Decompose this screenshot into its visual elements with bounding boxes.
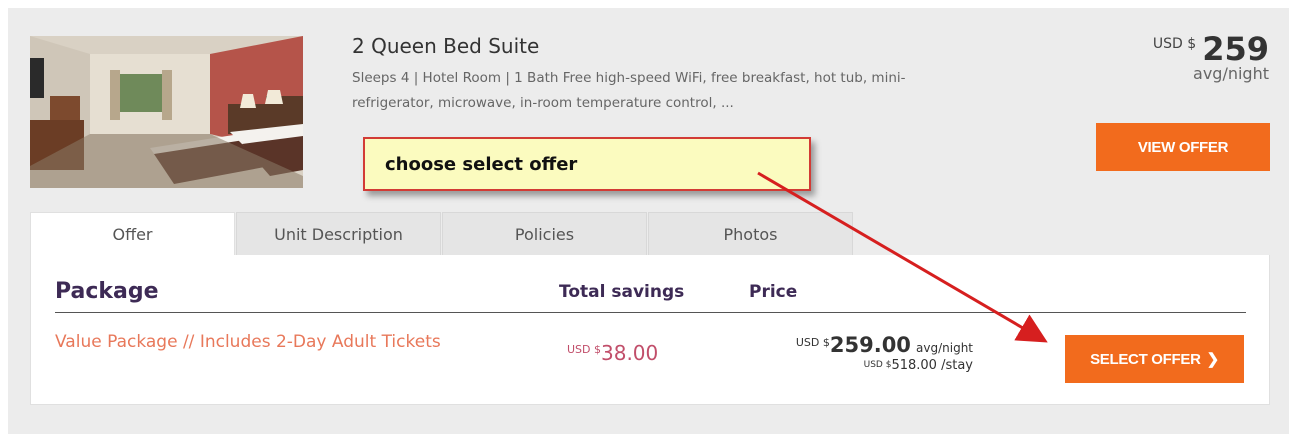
tab-photos[interactable]: Photos	[648, 212, 853, 256]
tab-unit-description[interactable]: Unit Description	[236, 212, 441, 256]
header-divider	[55, 312, 1246, 313]
tab-policies[interactable]: Policies	[442, 212, 647, 256]
room-tabs: Offer Unit Description Policies Photos	[30, 212, 854, 256]
select-offer-button[interactable]: SELECT OFFER ❯	[1065, 335, 1244, 383]
room-photo-illustration	[30, 36, 303, 188]
room-photo[interactable]	[30, 36, 303, 188]
savings-amount: 38.00	[601, 341, 659, 365]
price-amount: 259.00	[829, 333, 911, 357]
price-header: Price	[749, 282, 798, 302]
room-title: 2 Queen Bed Suite	[352, 34, 540, 58]
stay-price: USD $518.00 /stay	[773, 358, 973, 373]
header-price-amount: 259	[1202, 30, 1269, 68]
stay-per: /stay	[941, 358, 973, 373]
header-price: USD $259 avg/night	[1153, 30, 1269, 83]
package-name-link[interactable]: Value Package // Includes 2-Day Adult Ti…	[55, 332, 441, 352]
price-per: avg/night	[916, 341, 973, 355]
annotation-text: choose select offer	[385, 153, 578, 175]
price-currency: USD $	[795, 336, 830, 349]
savings-header: Total savings	[559, 282, 685, 302]
select-offer-label: SELECT OFFER	[1090, 350, 1201, 368]
annotation-callout: choose select offer	[363, 137, 811, 191]
package-header: Package	[55, 279, 159, 304]
savings-currency: USD $	[567, 343, 601, 356]
room-description: Sleeps 4 | Hotel Room | 1 Bath Free high…	[352, 70, 906, 111]
savings-value: USD $38.00	[567, 341, 658, 365]
tab-offer[interactable]: Offer	[30, 212, 235, 256]
header-price-currency: USD $	[1152, 36, 1197, 52]
stay-amount: 518.00	[891, 358, 937, 373]
view-offer-button[interactable]: VIEW OFFER	[1096, 123, 1270, 171]
stay-currency: USD $	[863, 360, 892, 370]
price-value: USD $259.00 avg/night USD $518.00 /stay	[773, 333, 973, 373]
chevron-right-icon: ❯	[1206, 351, 1220, 368]
offer-panel: Package Total savings Price Value Packag…	[30, 255, 1270, 405]
